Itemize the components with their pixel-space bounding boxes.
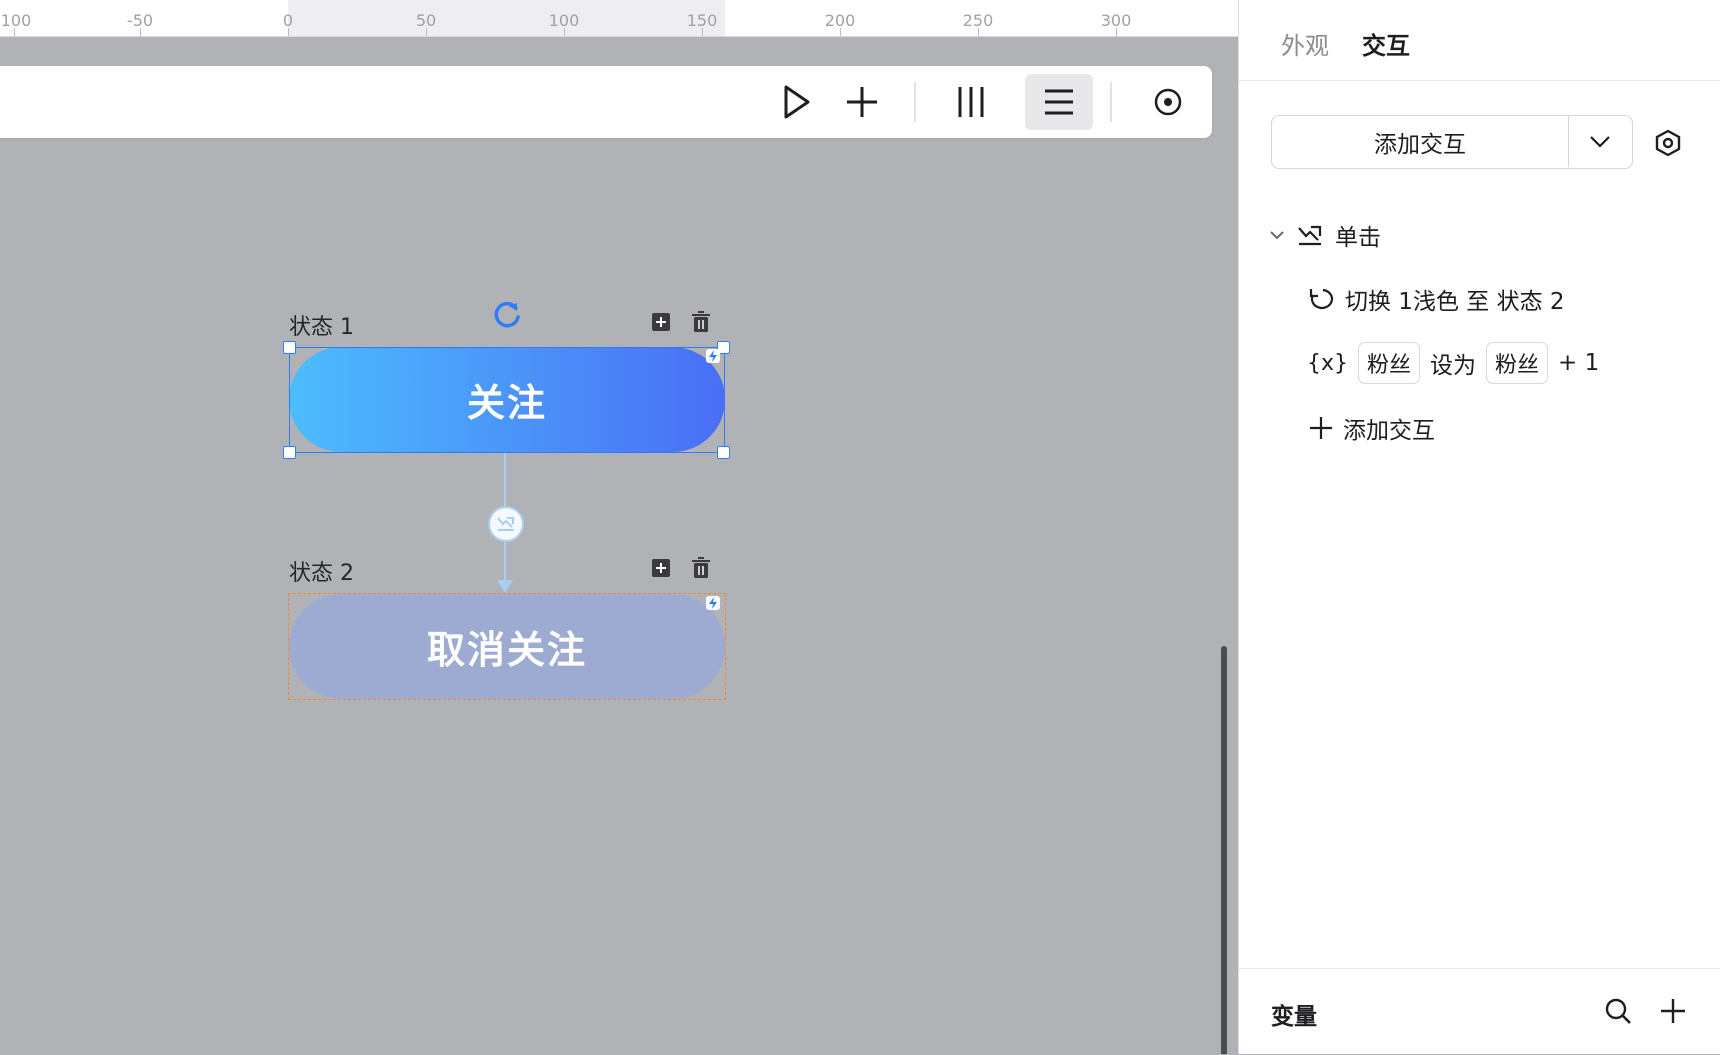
chevron-down-icon[interactable] xyxy=(1269,229,1285,241)
trigger-label: 单击 xyxy=(1335,225,1381,251)
panel-tabs: 外观 交互 xyxy=(1239,0,1720,81)
connector-arrow xyxy=(497,580,513,593)
delete-state-button[interactable] xyxy=(690,311,712,333)
interaction-badge xyxy=(706,596,720,610)
state-2-frame xyxy=(288,593,726,700)
increment-text: + 1 xyxy=(1558,350,1600,376)
ruler-label: -50 xyxy=(126,11,154,30)
add-interaction-dropdown[interactable] xyxy=(1570,116,1630,167)
hexagon-settings-icon xyxy=(1655,129,1681,157)
add-interaction-button[interactable]: 添加交互 xyxy=(1272,116,1569,167)
set-to-text: 设为 xyxy=(1430,353,1477,379)
add-variable-button[interactable] xyxy=(1657,995,1689,1027)
chevron-down-icon xyxy=(1590,135,1610,148)
trigger-node[interactable] xyxy=(488,506,524,542)
ruler-label: 50 xyxy=(415,11,437,30)
state-label-1: 状态 1 xyxy=(289,315,354,340)
duplicate-icon xyxy=(652,313,670,331)
inspector-panel: 外观 交互 添加交互 单击 切换 1浅色 至 状态 2 {x} 粉丝 设为 粉丝… xyxy=(1238,0,1720,1054)
resize-handle-tl[interactable] xyxy=(283,341,296,354)
click-icon xyxy=(1298,225,1322,246)
interaction-settings-button[interactable] xyxy=(1653,128,1683,158)
duplicate-state-button[interactable] xyxy=(650,311,672,333)
interaction-badge xyxy=(706,349,720,363)
duplicate-icon xyxy=(652,559,670,577)
rotate-handle[interactable] xyxy=(490,298,524,332)
ruler-label: 250 xyxy=(962,11,994,30)
plus-icon xyxy=(1661,999,1685,1023)
state-label-2: 状态 2 xyxy=(289,561,354,586)
cycle-icon xyxy=(1309,288,1334,310)
rotate-icon xyxy=(494,301,520,328)
duplicate-state-button[interactable] xyxy=(650,557,672,579)
bolt-icon xyxy=(709,350,717,362)
trash-icon xyxy=(692,557,710,578)
tab-interaction[interactable]: 交互 xyxy=(1362,26,1410,61)
variables-section: 变量 xyxy=(1239,968,1720,1055)
plus-icon xyxy=(847,87,877,117)
design-canvas[interactable]: 100 -50 0 50 100 150 200 250 300 状态 1 关注… xyxy=(0,0,1238,1054)
horizontal-ruler: 100 -50 0 50 100 150 200 250 300 xyxy=(0,0,1238,37)
ruler-label: 300 xyxy=(1100,11,1132,30)
add-button[interactable] xyxy=(834,74,890,130)
add-action-row[interactable]: 添加交互 xyxy=(1309,411,1435,445)
selection-frame xyxy=(289,347,725,453)
resize-handle-br[interactable] xyxy=(717,446,730,459)
play-button[interactable] xyxy=(768,74,824,130)
variable-target-chip[interactable]: 粉丝 xyxy=(1358,342,1421,384)
play-icon xyxy=(784,85,810,119)
ruler-label: 100 xyxy=(548,11,580,30)
search-icon xyxy=(1605,998,1631,1024)
add-interaction-split-button: 添加交互 xyxy=(1271,115,1633,169)
columns-layout-button[interactable] xyxy=(943,74,999,130)
record-icon xyxy=(1154,88,1182,116)
switch-action-text: 切换 1浅色 至 状态 2 xyxy=(1345,289,1565,315)
bolt-icon xyxy=(709,597,717,609)
list-icon xyxy=(1045,89,1073,115)
variables-title: 变量 xyxy=(1271,1004,1317,1030)
click-icon xyxy=(497,517,514,531)
ruler-label: 100 xyxy=(0,11,32,30)
ruler-label: 200 xyxy=(824,11,856,30)
variable-icon: {x} xyxy=(1307,350,1349,376)
ruler-label: 150 xyxy=(686,11,718,30)
toolbar-divider xyxy=(914,82,916,122)
action-row-switch-state[interactable]: 切换 1浅色 至 状态 2 xyxy=(1307,282,1565,316)
variable-value-chip[interactable]: 粉丝 xyxy=(1486,342,1549,384)
resize-handle-bl[interactable] xyxy=(283,446,296,459)
trash-icon xyxy=(692,311,710,332)
delete-state-button[interactable] xyxy=(690,557,712,579)
add-action-label: 添加交互 xyxy=(1343,418,1435,444)
record-button[interactable] xyxy=(1140,74,1196,130)
list-layout-button[interactable] xyxy=(1025,74,1093,130)
trigger-row[interactable]: 单击 xyxy=(1269,218,1381,252)
canvas-scrollbar[interactable] xyxy=(1221,646,1227,1054)
ruler-selection-highlight xyxy=(288,0,725,36)
search-variables-button[interactable] xyxy=(1602,995,1634,1027)
columns-icon xyxy=(958,87,984,117)
action-row-set-variable[interactable]: {x} 粉丝 设为 粉丝 + 1 xyxy=(1307,342,1599,384)
tab-appearance[interactable]: 外观 xyxy=(1281,26,1329,61)
toolbar-divider xyxy=(1110,82,1112,122)
floating-toolbar xyxy=(0,66,1212,138)
plus-icon xyxy=(1310,417,1332,439)
ruler-label: 0 xyxy=(282,11,294,30)
